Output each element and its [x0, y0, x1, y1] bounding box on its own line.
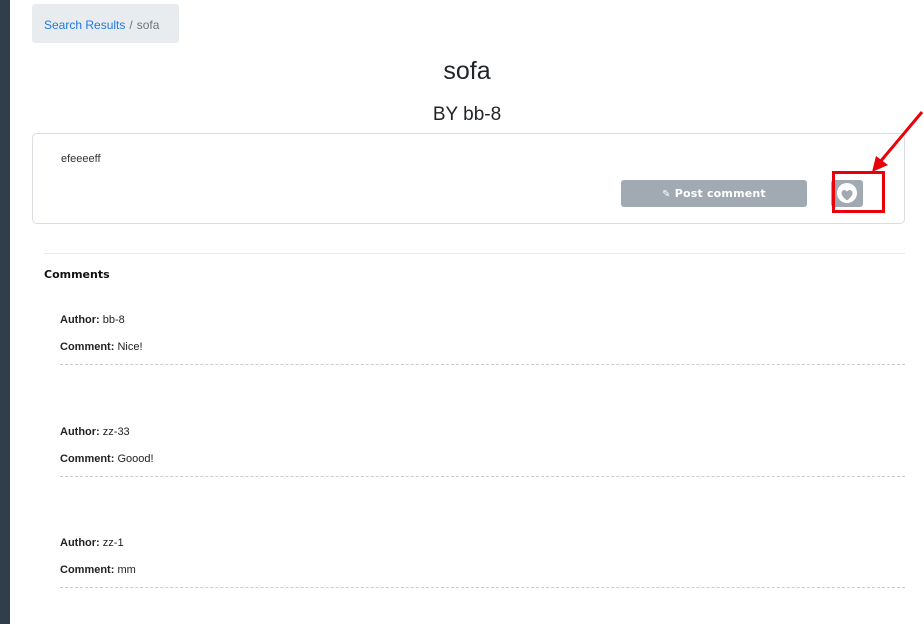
comment-author: bb-8 [102, 314, 125, 326]
comment-text-label: Comment: [60, 453, 115, 465]
comment-author-label: Author: [60, 426, 100, 438]
breadcrumb-current: sofa [136, 18, 160, 32]
comment-text-line: Comment: Nice! [60, 341, 143, 353]
comment-text-label: Comment: [60, 341, 115, 353]
comment-author-label: Author: [60, 537, 100, 549]
comment-text: Goood! [117, 453, 154, 465]
breadcrumb-link-search-results[interactable]: Search Results [44, 18, 125, 32]
page: Search Results / sofa sofa BY bb-8 efeeeef… [10, 0, 924, 624]
breadcrumb-separator: / [129, 18, 133, 32]
item-card: efeeeeff ✎ Post comment [32, 133, 905, 224]
comment-author-line: Author: zz-1 [60, 537, 124, 549]
comment-text-line: Comment: mm [60, 564, 136, 576]
comment-text: Nice! [117, 341, 143, 353]
comment-divider [60, 364, 905, 365]
comment-author-line: Author: zz-33 [60, 426, 130, 438]
comment-text-line: Comment: Goood! [60, 453, 154, 465]
section-divider [44, 253, 905, 254]
comment-text-label: Comment: [60, 564, 115, 576]
comment-text: mm [117, 564, 136, 576]
comment-divider [60, 587, 905, 588]
comment-item: Author: zz-1 Comment: mm [60, 537, 905, 597]
comment-item: Author: bb-8 Comment: Nice! [60, 314, 905, 374]
annotation-highlight-box [832, 171, 885, 213]
comment-author: zz-33 [102, 426, 130, 438]
item-description: efeeeeff [61, 153, 101, 165]
post-comment-label: Post comment [674, 187, 766, 200]
annotation-arrow [872, 111, 924, 172]
page-title: sofa [443, 57, 491, 85]
comment-divider [60, 476, 905, 477]
breadcrumb: Search Results / sofa [32, 4, 179, 43]
post-comment-button[interactable]: ✎ Post comment [621, 180, 807, 207]
item-author-byline: BY bb-8 [432, 104, 502, 125]
comments-heading: Comments [44, 268, 110, 281]
comment-author-label: Author: [60, 314, 100, 326]
pencil-icon: ✎ [662, 189, 671, 200]
comment-author-line: Author: bb-8 [60, 314, 125, 326]
comment-author: zz-1 [102, 537, 124, 549]
comment-item: Author: zz-33 Comment: Goood! [60, 426, 905, 486]
